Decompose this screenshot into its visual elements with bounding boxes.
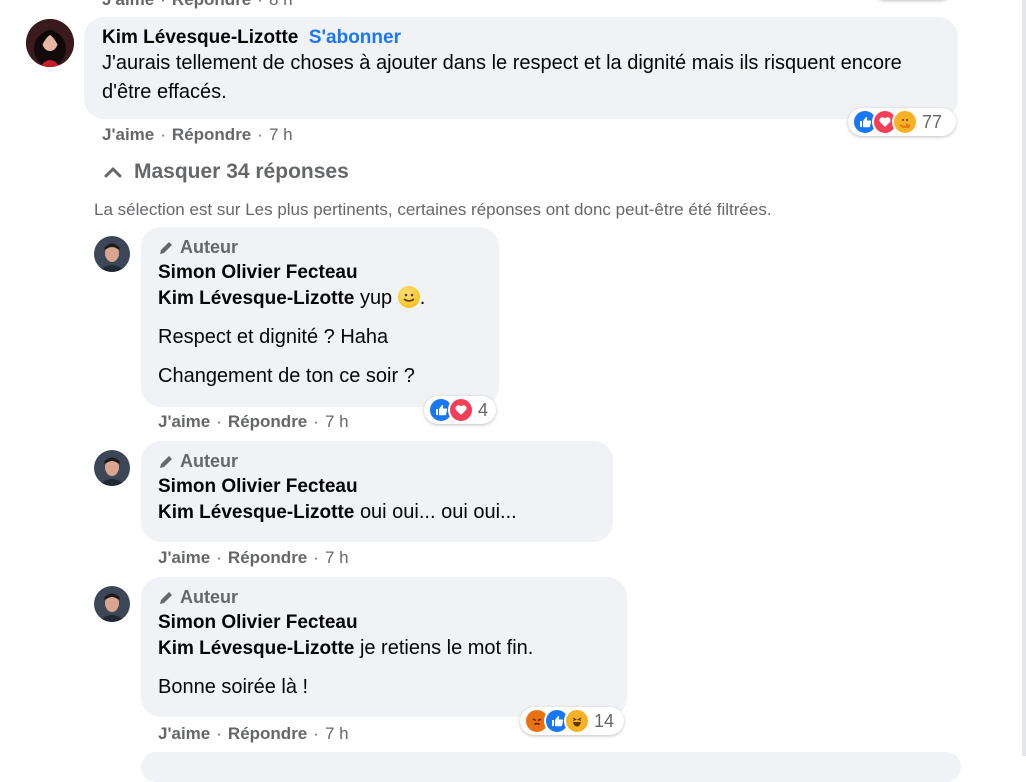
reply-bubble: Auteur Simon Olivier Fecteau Kim Lévesqu… <box>141 227 499 407</box>
reply-text: Kim Lévesque-Lizotte yup . <box>158 286 426 309</box>
reply-author[interactable]: Simon Olivier Fecteau <box>158 262 482 284</box>
timestamp[interactable]: 7 h <box>269 125 293 144</box>
avatar[interactable] <box>94 586 130 622</box>
reply-meta: J'aime · Répondre · 7 h <box>158 412 349 431</box>
avatar-photo-icon <box>94 450 130 486</box>
author-badge: Auteur <box>158 451 596 472</box>
comment-author[interactable]: Kim Lévesque-Lizotte <box>102 27 298 48</box>
like-link[interactable]: J'aime <box>102 0 154 9</box>
avatar-photo-icon <box>94 236 130 272</box>
timestamp[interactable]: 7 h <box>325 548 349 567</box>
reply-line: Bonne soirée là ! <box>158 676 309 698</box>
haha-reaction-icon <box>564 708 590 734</box>
reply-meta: J'aime · Répondre · 7 h <box>158 724 349 743</box>
mention-link[interactable]: Kim Lévesque-Lizotte <box>158 638 354 659</box>
author-badge: Auteur <box>158 237 482 258</box>
avatar-photo-icon <box>94 586 130 622</box>
avatar-photo-icon <box>26 19 74 67</box>
author-badge-label: Auteur <box>180 451 238 471</box>
hide-replies-label: Masquer 34 réponses <box>134 160 349 183</box>
reply-author[interactable]: Simon Olivier Fecteau <box>158 612 610 634</box>
avatar[interactable] <box>26 19 74 67</box>
scrollbar[interactable] <box>1022 0 1026 756</box>
reply-link[interactable]: Répondre <box>172 0 251 9</box>
reply-meta: J'aime · Répondre · 7 h <box>158 548 349 567</box>
reply-line: yup <box>359 287 393 309</box>
like-link[interactable]: J'aime <box>158 724 210 743</box>
reply-bubble <box>141 752 961 782</box>
comment-bubble: Kim Lévesque-Lizotte S'abonner J'aurais … <box>84 17 958 119</box>
comment-text: J'aurais tellement de choses à ajouter d… <box>102 52 902 103</box>
reply-line: Respect et dignité ? Haha <box>158 326 389 348</box>
reply-author[interactable]: Simon Olivier Fecteau <box>158 476 596 498</box>
comment-meta: J'aime · Répondre · 7 h <box>102 125 293 144</box>
filter-notice: La sélection est sur Les plus pertinents… <box>94 200 772 219</box>
pencil-icon <box>160 591 172 604</box>
avatar[interactable] <box>94 450 130 486</box>
reply-text: Kim Lévesque-Lizotte oui oui... oui oui.… <box>158 498 596 527</box>
reply-link[interactable]: Répondre <box>228 548 307 567</box>
reply-link[interactable]: Répondre <box>228 412 307 431</box>
reaction-count: 77 <box>922 111 943 132</box>
reaction-summary[interactable]: 4 <box>424 396 496 424</box>
chevron-up-icon <box>104 167 122 178</box>
mention-link[interactable]: Kim Lévesque-Lizotte <box>158 288 354 309</box>
reaction-count: 4 <box>478 399 489 420</box>
previous-comment-meta: J'aime·Répondre·8 h <box>102 0 293 10</box>
reply-line: oui oui... oui oui... <box>359 501 517 523</box>
like-link[interactable]: J'aime <box>158 548 210 567</box>
reply-line: je retiens le mot fin. <box>359 637 534 659</box>
reply-line: Changement de ton ce soir ? <box>158 365 415 387</box>
reply-link[interactable]: Répondre <box>172 125 251 144</box>
timestamp[interactable]: 7 h <box>325 412 349 431</box>
like-link[interactable]: J'aime <box>102 125 154 144</box>
reaction-summary[interactable]: 77 <box>848 108 956 136</box>
author-badge-label: Auteur <box>180 587 238 607</box>
reply-text: Kim Lévesque-Lizotte je retiens le mot f… <box>158 634 610 663</box>
like-link[interactable]: J'aime <box>158 412 210 431</box>
mention-link[interactable]: Kim Lévesque-Lizotte <box>158 502 354 523</box>
reply-link[interactable]: Répondre <box>228 724 307 743</box>
follow-link[interactable]: S'abonner <box>309 27 401 48</box>
hide-replies-button[interactable]: Masquer 34 réponses <box>104 160 349 184</box>
reaction-count: 14 <box>594 710 615 731</box>
pencil-icon <box>160 241 172 254</box>
reply-bubble: Auteur Simon Olivier Fecteau Kim Lévesqu… <box>141 577 627 717</box>
author-badge: Auteur <box>158 587 610 608</box>
care-reaction-icon <box>892 109 918 135</box>
pencil-icon <box>160 455 172 468</box>
smile-emoji-icon <box>397 286 420 308</box>
reply-bubble: Auteur Simon Olivier Fecteau Kim Lévesqu… <box>141 441 613 542</box>
love-reaction-icon <box>448 397 474 423</box>
timestamp[interactable]: 8 h <box>269 0 293 9</box>
avatar[interactable] <box>94 236 130 272</box>
timestamp[interactable]: 7 h <box>325 724 349 743</box>
author-badge-label: Auteur <box>180 237 238 257</box>
reaction-summary[interactable]: 14 <box>520 707 624 735</box>
